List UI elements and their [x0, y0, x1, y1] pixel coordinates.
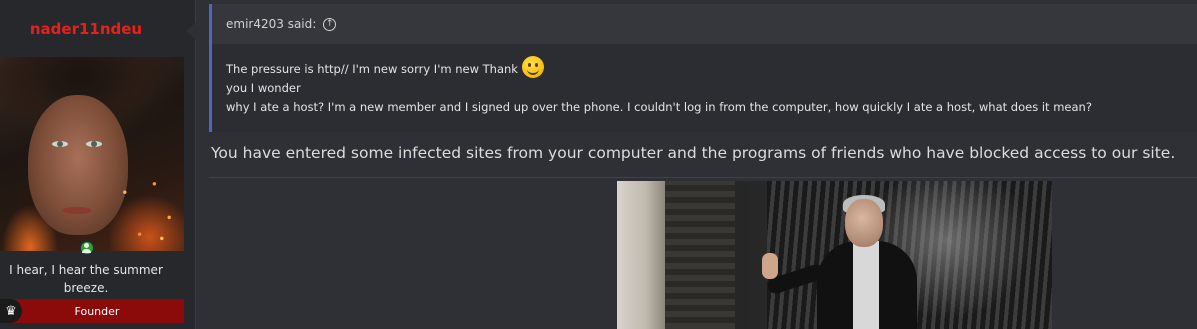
- user-title: I hear, I hear the summer breeze.: [0, 261, 172, 297]
- quote-line-text: The pressure is http// I'm new sorry I'm…: [226, 62, 518, 76]
- user-info-panel: nader11ndeu I hear, I hear the summer br…: [0, 0, 196, 329]
- quote-author[interactable]: emir4203 said:: [226, 17, 316, 31]
- post-message: You have entered some infected sites fro…: [211, 144, 1176, 162]
- quote-body: The pressure is http// I'm new sorry I'm…: [212, 44, 1197, 132]
- quote-line: why I ate a host? I'm a new member and I…: [226, 100, 1092, 114]
- smiley-icon: [521, 56, 544, 78]
- post-gif-image[interactable]: [617, 181, 1052, 329]
- quote-line: you I wonder: [226, 81, 301, 95]
- rank-label: Founder: [74, 304, 120, 318]
- username-link[interactable]: nader11ndeu: [0, 20, 172, 38]
- user-title-line2: breeze.: [63, 281, 109, 295]
- avatar[interactable]: [0, 57, 184, 251]
- online-user-icon: [79, 240, 95, 256]
- panel-notch: [186, 22, 196, 40]
- crown-icon: ♛: [0, 299, 22, 323]
- user-title-line1: I hear, I hear the summer: [9, 263, 163, 277]
- quote-block: emir4203 said: ↑ The pressure is http// …: [209, 4, 1197, 132]
- quote-line: The pressure is http// I'm new sorry I'm…: [226, 56, 1197, 79]
- divider: [209, 177, 1197, 178]
- rank-banner: ♛ Founder: [0, 299, 184, 323]
- quote-header: emir4203 said: ↑: [212, 4, 1197, 44]
- forum-post: nader11ndeu I hear, I hear the summer br…: [0, 0, 1197, 329]
- arrow-up-circle-icon[interactable]: ↑: [323, 17, 337, 31]
